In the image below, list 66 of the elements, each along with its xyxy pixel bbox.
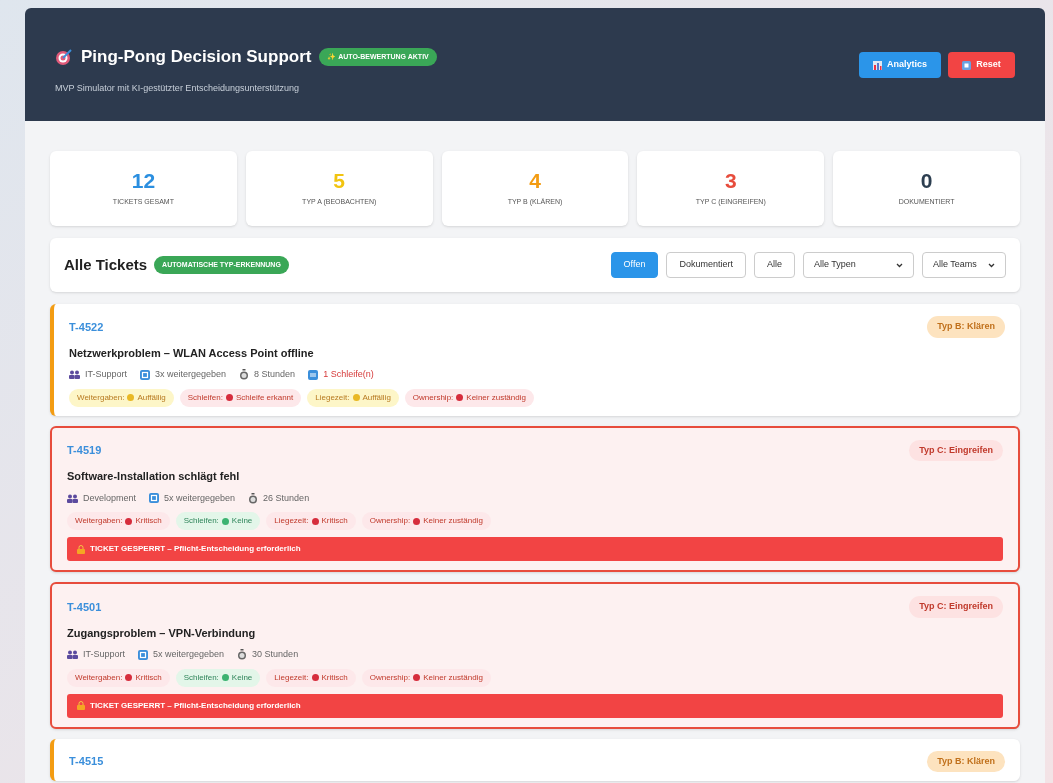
meta-text: 8 Stunden [254, 368, 296, 381]
status-tag: Weitergaben: Kritisch [67, 668, 170, 687]
stat-value: 12 [131, 169, 156, 191]
status-tag: Schleifen: Keine [175, 668, 261, 687]
locked-text: TICKET GESPERRT – Pflicht-Entscheidung erforderlich [90, 699, 301, 712]
filter-select[interactable]: Alle Typen [803, 252, 914, 278]
meta-text: Development [83, 491, 137, 505]
analytics-button[interactable]: Analytics [859, 52, 941, 78]
filter-button[interactable]: Offen [610, 252, 659, 278]
stat-value: 4 [529, 169, 541, 191]
meta-text: 5x weitergegeben [153, 648, 225, 661]
reset-button[interactable]: Reset [948, 52, 1015, 78]
type-badge: Typ B: Klären [927, 316, 1005, 338]
status-tag: Liegezeit: Kritisch [266, 668, 356, 687]
stopwatch-icon [248, 492, 259, 504]
meta-text: 26 Stunden [263, 491, 310, 505]
ticket-title: Software-Installation schlägt fehl [67, 469, 241, 484]
ticket-card[interactable] [50, 425, 1020, 572]
people-icon [67, 493, 78, 503]
type-badge: Typ B: Klären [927, 750, 1005, 772]
app-title: Ping-Pong Decision Support [81, 46, 312, 68]
stopwatch-icon [239, 369, 250, 381]
status-tag: Schleifen: Keine [175, 512, 261, 530]
filter-button[interactable]: Dokumentiert [666, 252, 746, 278]
lock-icon [77, 701, 85, 710]
ticket-title: Zugangsproblem – VPN-Verbindung [67, 625, 257, 641]
filter-button[interactable]: Alle [754, 252, 795, 278]
ticket-title: Netzwerkproblem – WLAN Access Point offline [69, 345, 315, 361]
status-tag: Weitergaben: Auffällig [69, 388, 174, 407]
ticket-id[interactable]: T-4522 [69, 318, 104, 335]
locked-text: TICKET GESPERRT – Pflicht-Entscheidung erforderlich [90, 543, 301, 555]
status-tag: Liegezeit: Auffällig [307, 388, 399, 407]
ticket-card[interactable] [50, 582, 1020, 729]
meta-text: 3x weitergegeben [155, 368, 227, 381]
type-badge: Typ C: Eingreifen [909, 596, 1003, 618]
stat-value: 3 [724, 169, 737, 191]
lock-icon [77, 544, 85, 554]
target-icon [55, 47, 73, 66]
meta-text: 5x weitergegeben [164, 491, 236, 505]
meta-text: IT-Support [83, 648, 126, 661]
people-icon [67, 650, 78, 660]
status-tag: Weitergaben: Kritisch [67, 512, 170, 530]
status-tag: Ownership: Keiner zuständig [361, 668, 491, 687]
stat-value: 5 [333, 169, 346, 191]
ticket-card[interactable]: T-4515 Typ B: Klären [50, 738, 1020, 781]
section-title: Alle Tickets [64, 254, 148, 275]
status-tag: Ownership: Keiner zuständig [404, 388, 534, 407]
meta-text: IT-Support [85, 368, 128, 381]
bar-chart-icon [873, 60, 882, 70]
stopwatch-icon [237, 649, 248, 661]
ticket-card[interactable] [50, 304, 1020, 416]
status-tag: Ownership: Keiner zuständig [361, 512, 491, 530]
app-subtitle: MVP Simulator mit KI-gestützter Entscheidungsunterstützung [55, 81, 300, 95]
ticket-id[interactable]: T-4501 [67, 598, 102, 615]
people-icon [69, 370, 80, 380]
type-badge: Typ C: Eingreifen [909, 439, 1003, 461]
ticket-id[interactable]: T-4519 [67, 442, 102, 459]
chevron-down-icon [988, 262, 995, 268]
meta-text: 1 Schleife(n) [323, 368, 374, 381]
chevron-down-icon [896, 262, 903, 268]
stat-value: 0 [920, 169, 933, 191]
status-tag: Schleifen: Schleife erkannt [179, 388, 302, 407]
meta-text: 30 Stunden [252, 648, 299, 661]
ticket-id[interactable]: T-4515 [69, 753, 104, 770]
status-tag: Liegezeit: Kritisch [266, 512, 356, 530]
filter-select[interactable]: Alle Teams [922, 252, 1006, 278]
